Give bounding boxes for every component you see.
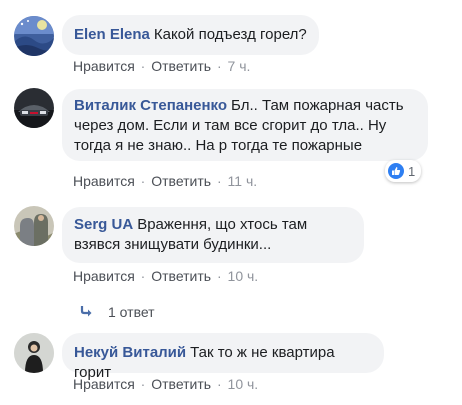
comment-timestamp[interactable]: 11 ч. [228, 173, 258, 189]
reaction-badge[interactable]: 1 [385, 160, 422, 182]
comment-timestamp[interactable]: 7 ч. [228, 58, 251, 74]
comment-author[interactable]: Elen Elena [74, 26, 150, 43]
like-link[interactable]: Нравится [73, 58, 135, 74]
comment-bubble: Виталик Степаненко Бл.. Там пожарная част… [62, 89, 428, 161]
like-link[interactable]: Нравится [73, 173, 135, 189]
comment-actions: Нравится · Ответить · 10 ч. [73, 268, 258, 284]
comment-author[interactable]: Serg UA [74, 216, 133, 233]
avatar-image [14, 16, 54, 56]
separator-dot: · [140, 268, 146, 284]
separator-dot: · [216, 268, 222, 284]
avatar-elen-elena[interactable] [14, 16, 54, 56]
separator-dot: · [140, 58, 146, 74]
reply-arrow-icon [80, 304, 94, 320]
reply-link[interactable]: Ответить [151, 376, 211, 392]
like-link[interactable]: Нравится [73, 268, 135, 284]
avatar-image [14, 88, 54, 128]
avatar-serg-ua[interactable] [14, 206, 54, 246]
comment-timestamp[interactable]: 10 ч. [228, 268, 259, 284]
reply-link[interactable]: Ответить [151, 173, 211, 189]
comment-author[interactable]: Некуй Виталий [74, 344, 186, 361]
view-replies-link[interactable]: 1 ответ [80, 304, 155, 320]
separator-dot: · [216, 376, 222, 392]
avatar-vitalik-stepanenko[interactable] [14, 88, 54, 128]
reaction-count: 1 [408, 163, 416, 179]
reply-link[interactable]: Ответить [151, 58, 211, 74]
replies-count-label[interactable]: 1 ответ [108, 304, 155, 320]
comment-author[interactable]: Виталик Степаненко [74, 97, 227, 114]
separator-dot: · [140, 376, 146, 392]
avatar-image [14, 206, 54, 246]
thumbs-up-icon [388, 163, 404, 179]
comment-bubble: Некуй Виталий Так то ж не квартира горит [62, 333, 384, 381]
comment-actions: Нравится · Ответить · 10 ч. [73, 376, 258, 392]
comment-text: Какой подъезд горел? [153, 26, 307, 43]
reply-link[interactable]: Ответить [151, 268, 211, 284]
comment-timestamp[interactable]: 10 ч. [228, 376, 259, 392]
avatar-nekuy-vitaliy[interactable] [14, 333, 54, 373]
comment-actions: Нравится · Ответить · 7 ч. [73, 58, 250, 74]
comment-bubble: Serg UA Враження, що хтось там взявся зни… [62, 207, 364, 263]
like-link[interactable]: Нравится [73, 376, 135, 392]
comment-bubble: Elen Elena Какой подъезд горел? [62, 15, 319, 55]
comment-actions: Нравится · Ответить · 11 ч. [73, 173, 257, 189]
separator-dot: · [140, 173, 146, 189]
avatar-image [14, 333, 54, 373]
separator-dot: · [216, 173, 222, 189]
separator-dot: · [216, 58, 222, 74]
